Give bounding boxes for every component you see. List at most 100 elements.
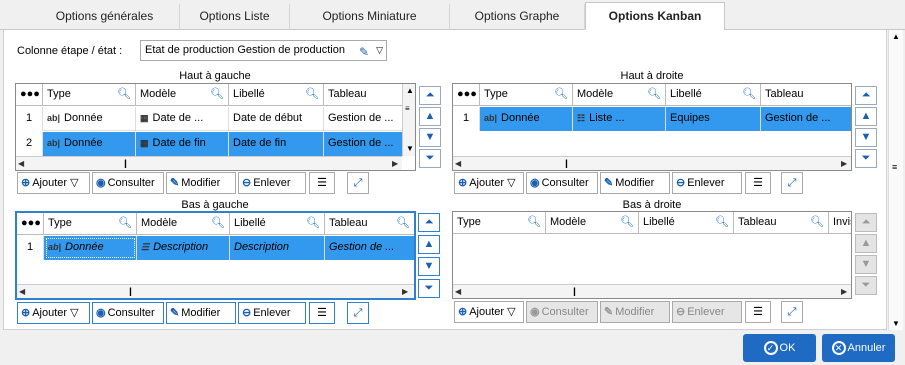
grid-bottom-right[interactable]: Type 🔍︎ Modèle 🔍︎ Libellé 🔍︎ Tableau 🔍︎ Invi… bbox=[452, 211, 852, 299]
move-bottom-icon[interactable]: ⏷ bbox=[855, 149, 877, 168]
column-stage-combo[interactable]: Etat de production Gestion de production… bbox=[140, 40, 387, 61]
menu-icon[interactable]: ☰ bbox=[745, 172, 771, 194]
move-up-icon[interactable]: ▲ bbox=[419, 107, 441, 126]
horizontal-scrollbar[interactable]: ◀ ||| ▶ bbox=[453, 284, 851, 298]
move-top-icon[interactable]: ⏶ bbox=[418, 213, 440, 232]
expand-icon[interactable]: ⤢ bbox=[347, 302, 369, 324]
remove-button[interactable]: ⊖ Enlever bbox=[672, 172, 742, 194]
cell-model[interactable]: ▦ Date de ... bbox=[136, 107, 229, 131]
add-button[interactable]: ⊕ Ajouter ▽ bbox=[17, 302, 90, 324]
table-row[interactable]: 1 ab| Donnée ☰ Description Description Ges… bbox=[17, 236, 414, 260]
cell-table[interactable]: Gestion de ... bbox=[325, 236, 414, 260]
table-row[interactable]: 1 ab| Donnée ▦ Date de ... Date de début G… bbox=[16, 107, 415, 131]
column-header-model[interactable]: Modèle 🔍︎ bbox=[573, 84, 666, 106]
ok-button[interactable]: ✓ OK bbox=[743, 334, 816, 362]
row-menu-icon[interactable]: ●●● bbox=[17, 213, 44, 235]
cell-model[interactable]: ☰ Description bbox=[137, 236, 230, 260]
search-icon[interactable]: 🔍︎ bbox=[554, 84, 568, 105]
add-button[interactable]: ⊕ Ajouter ▽ bbox=[454, 172, 524, 194]
view-button[interactable]: ◉ Consulter bbox=[526, 172, 598, 194]
row-menu-icon[interactable]: ●●● bbox=[16, 84, 43, 106]
move-up-icon[interactable]: ▲ bbox=[855, 107, 877, 126]
column-header-model[interactable]: Modèle 🔍︎ bbox=[136, 84, 229, 106]
expand-icon[interactable]: ⤢ bbox=[781, 301, 803, 323]
column-header-label[interactable]: Libellé 🔍︎ bbox=[230, 213, 325, 235]
table-row[interactable]: 2 ab| Donnée ▦ Date de fin Date de fin Ges… bbox=[16, 132, 415, 156]
cell-type[interactable]: ab| Donnée bbox=[43, 132, 136, 156]
column-header-table[interactable]: Tableau 🔍︎ bbox=[325, 213, 414, 235]
cell-label[interactable]: Description bbox=[230, 236, 325, 260]
grid-bottom-left[interactable]: ●●● Type 🔍︎ Modèle 🔍︎ Libellé 🔍︎ Tableau 🔍︎ … bbox=[15, 211, 416, 300]
column-header-model[interactable]: Modèle 🔍︎ bbox=[137, 213, 230, 235]
search-icon[interactable]: 🔍︎ bbox=[647, 84, 661, 105]
chevron-down-icon[interactable]: ▽ bbox=[507, 306, 515, 318]
chevron-down-icon[interactable]: ▽ bbox=[507, 177, 515, 189]
cell-type[interactable]: ab| Donnée bbox=[43, 107, 136, 131]
grid-top-left[interactable]: ●●● Type 🔍︎ Modèle 🔍︎ Libellé 🔍︎ Tableau 1 … bbox=[15, 83, 416, 171]
add-button[interactable]: ⊕ Ajouter ▽ bbox=[454, 301, 524, 323]
column-header-table[interactable]: Tableau bbox=[761, 84, 851, 106]
column-header-type[interactable]: Type 🔍︎ bbox=[44, 213, 137, 235]
search-icon[interactable]: 🔍︎ bbox=[620, 212, 634, 233]
view-button[interactable]: ◉ Consulter bbox=[92, 172, 164, 194]
tab-list-options[interactable]: Options Liste bbox=[180, 4, 290, 30]
move-up-icon[interactable]: ▲ bbox=[418, 235, 440, 254]
table-row[interactable]: 1 ab| Donnée ☷ Liste ... Equipes Gestion d… bbox=[453, 107, 851, 131]
chevron-down-icon[interactable]: ▽ bbox=[70, 307, 78, 319]
column-header-type[interactable]: Type 🔍︎ bbox=[453, 212, 546, 234]
move-bottom-icon[interactable]: ⏷ bbox=[418, 279, 440, 298]
menu-icon[interactable]: ☰ bbox=[309, 302, 335, 324]
search-icon[interactable]: 🔍︎ bbox=[306, 213, 320, 234]
search-icon[interactable]: 🔍︎ bbox=[117, 84, 131, 105]
add-button[interactable]: ⊕ Ajouter ▽ bbox=[17, 172, 90, 194]
column-header-table[interactable]: Tableau 🔍︎ bbox=[734, 212, 829, 234]
move-down-icon[interactable]: ▼ bbox=[418, 257, 440, 276]
tab-kanban-options[interactable]: Options Kanban bbox=[585, 2, 725, 31]
horizontal-scrollbar[interactable]: ◀ ||| ▶ bbox=[453, 156, 851, 170]
move-top-icon[interactable]: ⏶ bbox=[419, 86, 441, 105]
pencil-icon[interactable]: ✎ bbox=[359, 43, 369, 62]
move-down-icon[interactable]: ▼ bbox=[855, 128, 877, 147]
column-header-label[interactable]: Libellé 🔍︎ bbox=[666, 84, 761, 106]
menu-icon[interactable]: ☰ bbox=[309, 172, 335, 194]
remove-button[interactable]: ⊖ Enlever bbox=[238, 302, 306, 324]
expand-icon[interactable]: ⤢ bbox=[781, 172, 803, 194]
search-icon[interactable]: 🔍︎ bbox=[810, 212, 824, 233]
column-header-model[interactable]: Modèle 🔍︎ bbox=[546, 212, 639, 234]
menu-icon[interactable]: ☰ bbox=[745, 301, 771, 323]
search-icon[interactable]: 🔍︎ bbox=[396, 213, 410, 234]
remove-button[interactable]: ⊖ Enlever bbox=[238, 172, 306, 194]
chevron-down-icon[interactable]: ▽ bbox=[70, 177, 78, 189]
expand-icon[interactable]: ⤢ bbox=[347, 172, 369, 194]
cell-label[interactable]: Date de fin bbox=[229, 132, 324, 156]
search-icon[interactable]: 🔍︎ bbox=[742, 84, 756, 105]
search-icon[interactable]: 🔍︎ bbox=[305, 84, 319, 105]
move-down-icon[interactable]: ▼ bbox=[419, 128, 441, 147]
cell-model[interactable]: ☷ Liste ... bbox=[573, 107, 666, 131]
search-icon[interactable]: 🔍︎ bbox=[211, 213, 225, 234]
cell-model[interactable]: ▦ Date de fin bbox=[136, 132, 229, 156]
search-icon[interactable]: 🔍︎ bbox=[715, 212, 729, 233]
column-header-label[interactable]: Libellé 🔍︎ bbox=[229, 84, 324, 106]
move-bottom-icon[interactable]: ⏷ bbox=[419, 149, 441, 168]
tab-thumbnail-options[interactable]: Options Miniature bbox=[290, 4, 450, 30]
vertical-scrollbar[interactable]: ▲ ≡ ▼ bbox=[402, 84, 415, 156]
column-header-label[interactable]: Libellé 🔍︎ bbox=[639, 212, 734, 234]
horizontal-scrollbar[interactable]: ◀ ||| ▶ bbox=[17, 284, 414, 298]
cell-table[interactable]: Gestion de ... bbox=[761, 107, 851, 131]
cell-table[interactable]: Gestion de ... bbox=[324, 132, 404, 156]
column-header-invisible[interactable]: Invis bbox=[829, 212, 851, 234]
column-header-type[interactable]: Type 🔍︎ bbox=[480, 84, 573, 106]
horizontal-scrollbar[interactable]: ◀ ||| ▶ bbox=[16, 156, 402, 170]
search-icon[interactable]: 🔍︎ bbox=[118, 213, 132, 234]
search-icon[interactable]: 🔍︎ bbox=[527, 212, 541, 233]
cancel-button[interactable]: ✕ Annuler bbox=[822, 334, 895, 362]
tab-general-options[interactable]: Options générales bbox=[30, 4, 180, 30]
tab-graph-options[interactable]: Options Graphe bbox=[450, 4, 585, 30]
column-header-type[interactable]: Type 🔍︎ bbox=[43, 84, 136, 106]
search-icon[interactable]: 🔍︎ bbox=[210, 84, 224, 105]
edit-button[interactable]: ✎ Modifier bbox=[166, 302, 236, 324]
column-header-table[interactable]: Tableau bbox=[324, 84, 404, 106]
move-top-icon[interactable]: ⏶ bbox=[855, 86, 877, 105]
cell-label[interactable]: Equipes bbox=[666, 107, 761, 131]
